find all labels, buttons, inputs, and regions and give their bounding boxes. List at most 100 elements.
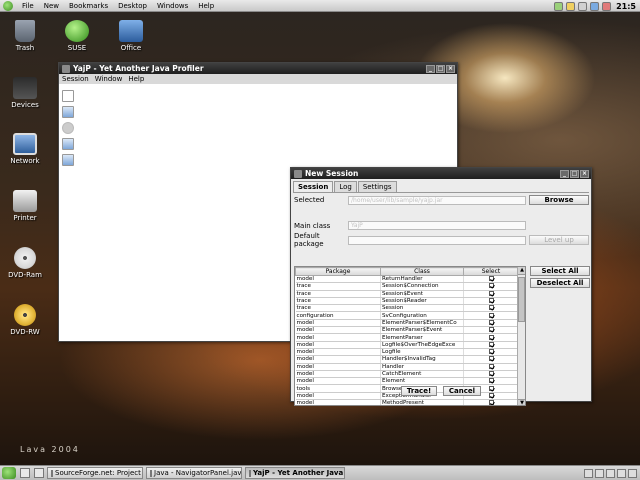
desktop-2-icon[interactable] <box>595 468 604 478</box>
deselect-all-button[interactable]: Deselect All <box>530 278 590 288</box>
cancel-button[interactable]: Cancel <box>443 386 481 396</box>
table-row[interactable]: trace Session <box>295 304 519 313</box>
table-row[interactable]: configuration SvConfiguration <box>295 311 519 320</box>
minimize-button[interactable]: _ <box>560 169 569 178</box>
tile-windows-icon[interactable] <box>62 138 74 150</box>
update-icon[interactable] <box>554 1 564 11</box>
menu-session[interactable]: Session <box>59 75 92 83</box>
desktop-1-icon[interactable] <box>584 468 593 478</box>
menu-window[interactable]: Window <box>92 75 126 83</box>
select-checkbox[interactable] <box>489 356 494 362</box>
menu-new[interactable]: New <box>39 2 64 10</box>
menu-help[interactable]: Help <box>125 75 147 83</box>
trace-button[interactable]: Trace! <box>401 386 437 396</box>
desktop-4-icon[interactable] <box>617 468 626 478</box>
column-header-package[interactable]: Package <box>295 267 381 276</box>
table-row[interactable]: model Logfile$OverTheEdgeExce <box>295 341 519 349</box>
select-checkbox[interactable] <box>489 400 494 405</box>
menu-file[interactable]: File <box>17 2 39 10</box>
volume-icon[interactable] <box>578 1 588 11</box>
open-icon[interactable] <box>62 106 74 118</box>
table-row[interactable]: trace Session$Event <box>295 290 519 298</box>
main-class-field[interactable]: YajP <box>348 221 526 230</box>
select-checkbox[interactable] <box>489 305 494 311</box>
table-row[interactable]: trace Session$Reader <box>295 297 519 306</box>
select-checkbox[interactable] <box>489 363 494 369</box>
maximize-button[interactable]: □ <box>570 169 579 178</box>
table-row[interactable]: model MethodPresent <box>295 399 519 405</box>
window-menu-icon[interactable] <box>294 169 302 178</box>
menu-windows[interactable]: Windows <box>152 2 193 10</box>
table-row[interactable]: trace Session$Connection <box>295 282 519 291</box>
select-checkbox[interactable] <box>489 290 494 296</box>
desktop-icon-network[interactable]: Network <box>0 133 50 165</box>
select-checkbox[interactable] <box>489 341 494 347</box>
select-all-button[interactable]: Select All <box>530 266 590 276</box>
mail-icon[interactable] <box>566 1 576 11</box>
desktop-icon-devices[interactable]: Devices <box>0 77 50 109</box>
trash-icon[interactable] <box>628 468 637 478</box>
column-header-class[interactable]: Class <box>380 267 464 276</box>
menu-bookmarks[interactable]: Bookmarks <box>64 2 113 10</box>
select-checkbox[interactable] <box>489 312 494 318</box>
table-row[interactable]: model ElementParser <box>295 333 519 342</box>
tab-log[interactable]: Log <box>334 181 357 192</box>
window-menu-icon[interactable] <box>62 64 70 73</box>
yajp-titlebar[interactable]: YajP - Yet Another Java Profiler _ □ × <box>59 63 457 74</box>
close-button[interactable]: × <box>580 169 589 178</box>
terminal-icon[interactable] <box>34 468 44 478</box>
tab-session[interactable]: Session <box>293 181 334 192</box>
scroll-thumb[interactable] <box>518 277 525 322</box>
tab-settings[interactable]: Settings <box>357 181 397 192</box>
level-up-button[interactable]: Level up <box>529 235 589 245</box>
menu-desktop[interactable]: Desktop <box>113 2 152 10</box>
select-checkbox[interactable] <box>489 319 494 325</box>
browse-button[interactable]: Browse <box>529 195 589 205</box>
select-checkbox[interactable] <box>489 349 494 355</box>
clock[interactable]: 21:5 <box>614 2 636 11</box>
selected-field[interactable]: /home/user/lib/sample/yajp.jar <box>348 195 526 205</box>
desktop-3-icon[interactable] <box>606 468 615 478</box>
new-session-icon[interactable] <box>62 90 74 102</box>
close-button[interactable]: × <box>446 64 455 73</box>
table-row[interactable]: model CatchElement <box>295 370 519 379</box>
desktop-icon-dvd-rw[interactable]: DVD-RW <box>0 304 50 336</box>
desktop-icon-suse[interactable]: SUSE <box>52 20 102 52</box>
select-checkbox[interactable] <box>489 298 494 304</box>
select-checkbox[interactable] <box>489 276 494 282</box>
default-package-field[interactable] <box>348 235 526 245</box>
scroll-down-icon[interactable]: ▼ <box>518 399 525 405</box>
start-menu-icon[interactable] <box>2 467 16 479</box>
task-button-active[interactable]: YajP - Yet Another Java <box>245 467 345 479</box>
table-row[interactable]: model ElementParser$ElementCo <box>295 319 519 328</box>
column-header-select[interactable]: Select <box>463 267 519 276</box>
record-icon[interactable] <box>62 122 74 134</box>
table-row[interactable]: model Handler <box>295 363 519 371</box>
network-icon[interactable] <box>590 1 600 11</box>
desktop-icon-printer[interactable]: Printer <box>0 190 50 222</box>
select-checkbox[interactable] <box>489 283 494 289</box>
cascade-windows-icon[interactable] <box>62 154 74 166</box>
table-row[interactable]: model ElementParser$Event <box>295 326 519 335</box>
suse-logo-icon[interactable] <box>3 0 13 11</box>
select-checkbox[interactable] <box>489 378 494 384</box>
select-checkbox[interactable] <box>489 334 494 340</box>
desktop-icon-trash[interactable]: Trash <box>0 20 50 52</box>
table-row[interactable]: model Element <box>295 377 519 386</box>
minimize-button[interactable]: _ <box>426 64 435 73</box>
maximize-button[interactable]: □ <box>436 64 445 73</box>
desktop-icon-office[interactable]: Office <box>106 20 156 52</box>
show-desktop-icon[interactable] <box>20 468 30 478</box>
new-session-titlebar[interactable]: New Session _ □ × <box>291 168 591 179</box>
table-row[interactable]: model Handler$InvalidTag <box>295 355 519 364</box>
select-checkbox[interactable] <box>489 327 494 333</box>
table-row[interactable]: model Logfile <box>295 348 519 357</box>
scroll-up-icon[interactable]: ▲ <box>518 267 525 275</box>
power-icon[interactable] <box>602 1 612 11</box>
menu-help[interactable]: Help <box>193 2 219 10</box>
desktop-icon-dvd-ram[interactable]: DVD-Ram <box>0 247 50 279</box>
table-row[interactable]: model ReturnHandler <box>295 275 519 284</box>
task-button[interactable]: SourceForge.net: Project I <box>47 467 143 479</box>
task-button[interactable]: Java - NavigatorPanel.java <box>146 467 242 479</box>
select-checkbox[interactable] <box>489 371 494 376</box>
